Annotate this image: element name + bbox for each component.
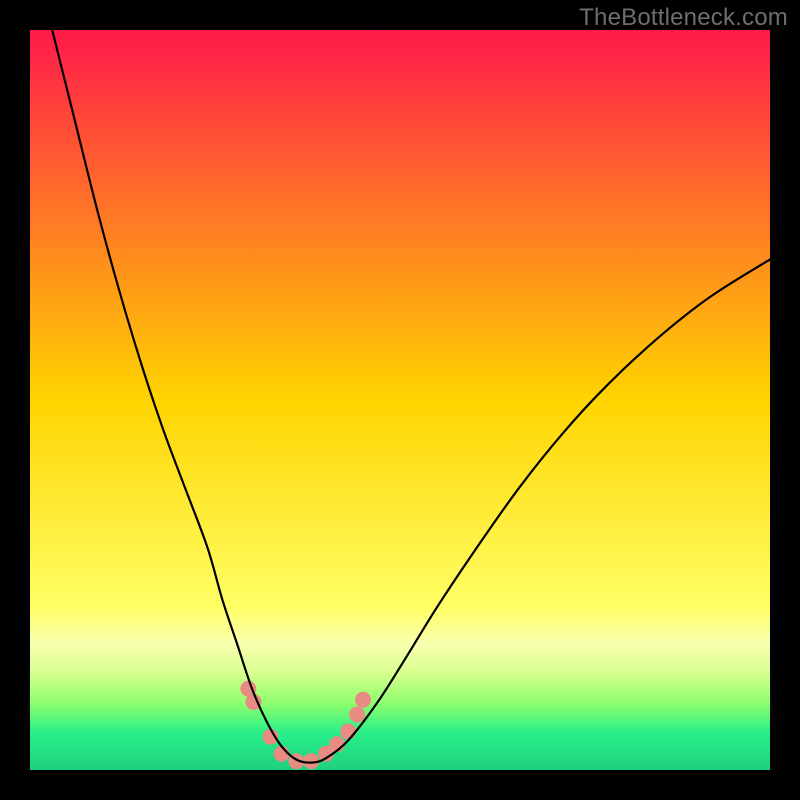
chart-frame: TheBottleneck.com xyxy=(0,0,800,800)
watermark-text: TheBottleneck.com xyxy=(579,4,788,32)
bottleneck-chart xyxy=(30,30,770,770)
highlight-dot xyxy=(355,692,371,708)
highlight-dot xyxy=(340,724,356,740)
gradient-background xyxy=(30,30,770,770)
highlight-dot xyxy=(349,707,365,723)
